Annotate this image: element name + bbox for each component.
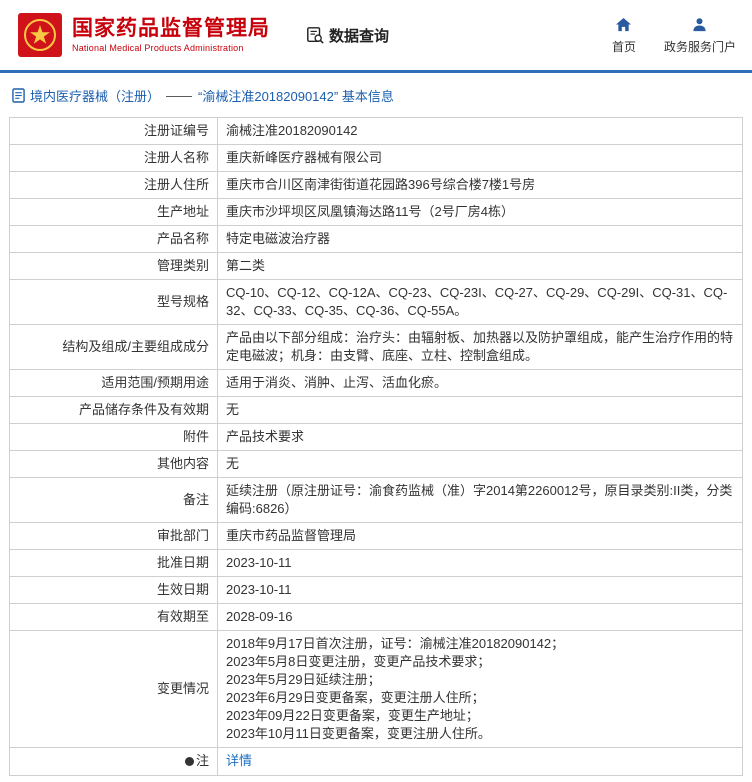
- nav-portal[interactable]: 政务服务门户: [664, 16, 736, 55]
- registration-info-table: 注册证编号 渝械注准20182090142 注册人名称 重庆新峰医疗器械有限公司…: [9, 117, 743, 776]
- national-emblem-icon: [18, 13, 62, 57]
- row-label: 生效日期: [9, 576, 218, 604]
- table-row: 附件 产品技术要求: [9, 423, 743, 451]
- nav-portal-label: 政务服务门户: [663, 39, 736, 54]
- row-value: 重庆市药品监督管理局: [217, 522, 743, 550]
- detail-link[interactable]: 详情: [226, 753, 252, 768]
- note-value-cell: 详情: [217, 747, 743, 776]
- header-nav: 首页 政务服务门户: [612, 16, 736, 55]
- row-value: 2023-10-11: [217, 549, 743, 577]
- row-label: 结构及组成/主要组成成分: [9, 324, 218, 370]
- breadcrumb-section[interactable]: 境内医疗器械（注册）: [30, 86, 160, 105]
- row-label: 变更情况: [9, 630, 218, 748]
- row-label: 型号规格: [9, 279, 218, 325]
- row-label: 附件: [9, 423, 218, 451]
- table-row: 其他内容 无: [9, 450, 743, 478]
- row-value: 重庆市合川区南津街街道花园路396号综合楼7楼1号房: [217, 171, 743, 199]
- document-icon: [12, 88, 25, 103]
- nav-home[interactable]: 首页: [612, 16, 636, 55]
- row-label: 生产地址: [9, 198, 218, 226]
- row-label: 审批部门: [9, 522, 218, 550]
- row-value: 无: [217, 396, 743, 424]
- row-value: 2018年9月17日首次注册，证号：渝械注准20182090142； 2023年…: [217, 630, 743, 748]
- row-value: 第二类: [217, 252, 743, 280]
- nav-home-label: 首页: [611, 39, 636, 54]
- row-value: 适用于消炎、消肿、止泻、活血化瘀。: [217, 369, 743, 397]
- row-value: CQ-10、CQ-12、CQ-12A、CQ-23、CQ-23I、CQ-27、CQ…: [217, 279, 743, 325]
- site-logo[interactable]: 国家药品监督管理局 National Medical Products Admi…: [18, 13, 270, 57]
- row-value: 特定电磁波治疗器: [217, 225, 743, 253]
- note-dot-icon: [184, 756, 194, 766]
- row-label: 注册人名称: [9, 144, 218, 172]
- home-icon: [615, 16, 632, 34]
- site-header: 国家药品监督管理局 National Medical Products Admi…: [0, 0, 752, 70]
- table-row-note: 注 详情: [9, 747, 743, 776]
- table-row: 型号规格 CQ-10、CQ-12、CQ-12A、CQ-23、CQ-23I、CQ-…: [9, 279, 743, 325]
- row-label: 适用范围/预期用途: [9, 369, 218, 397]
- row-label: 批准日期: [9, 549, 218, 577]
- table-row: 备注 延续注册（原注册证号：渝食药监械（准）字2014第2260012号，原目录…: [9, 477, 743, 523]
- row-label: 注册人住所: [9, 171, 218, 199]
- row-label: 管理类别: [9, 252, 218, 280]
- table-row: 产品储存条件及有效期 无: [9, 396, 743, 424]
- row-label: 产品名称: [9, 225, 218, 253]
- row-label: 产品储存条件及有效期: [9, 396, 218, 424]
- user-icon: [692, 16, 707, 34]
- breadcrumb-current: “渝械注准20182090142” 基本信息: [198, 89, 394, 104]
- breadcrumb: 境内医疗器械（注册） —— “渝械注准20182090142” 基本信息: [0, 73, 752, 117]
- row-label: 有效期至: [9, 603, 218, 631]
- breadcrumb-separator: ——: [166, 88, 193, 103]
- nav-data-query[interactable]: 数据查询: [306, 25, 389, 46]
- table-row: 注册人名称 重庆新峰医疗器械有限公司: [9, 144, 743, 172]
- row-value: 重庆市沙坪坝区凤凰镇海达路11号（2号厂房4栋）: [217, 198, 743, 226]
- table-row: 适用范围/预期用途 适用于消炎、消肿、止泻、活血化瘀。: [9, 369, 743, 397]
- row-label: 注册证编号: [9, 117, 218, 145]
- table-row: 审批部门 重庆市药品监督管理局: [9, 522, 743, 550]
- table-row: 生效日期 2023-10-11: [9, 576, 743, 604]
- note-label: 注: [195, 753, 209, 768]
- table-row: 变更情况 2018年9月17日首次注册，证号：渝械注准20182090142； …: [9, 630, 743, 748]
- row-value: 产品由以下部分组成：治疗头：由辐射板、加热器以及防护罩组成，能产生治疗作用的特定…: [217, 324, 743, 370]
- table-row: 产品名称 特定电磁波治疗器: [9, 225, 743, 253]
- note-label-cell: 注: [9, 747, 218, 776]
- table-row: 管理类别 第二类: [9, 252, 743, 280]
- data-query-label: 数据查询: [329, 27, 390, 45]
- row-value: 延续注册（原注册证号：渝食药监械（准）字2014第2260012号，原目录类别:…: [217, 477, 743, 523]
- row-value: 2028-09-16: [217, 603, 743, 631]
- row-label: 备注: [9, 477, 218, 523]
- row-value: 2023-10-11: [217, 576, 743, 604]
- table-row: 生产地址 重庆市沙坪坝区凤凰镇海达路11号（2号厂房4栋）: [9, 198, 743, 226]
- row-label: 其他内容: [9, 450, 218, 478]
- row-value: 重庆新峰医疗器械有限公司: [217, 144, 743, 172]
- table-row: 有效期至 2028-09-16: [9, 603, 743, 631]
- table-row: 结构及组成/主要组成成分 产品由以下部分组成：治疗头：由辐射板、加热器以及防护罩…: [9, 324, 743, 370]
- org-titles: 国家药品监督管理局 National Medical Products Admi…: [72, 16, 270, 54]
- org-name-cn: 国家药品监督管理局: [72, 17, 270, 40]
- table-row: 批准日期 2023-10-11: [9, 549, 743, 577]
- table-row: 注册人住所 重庆市合川区南津街街道花园路396号综合楼7楼1号房: [9, 171, 743, 199]
- table-row: 注册证编号 渝械注准20182090142: [9, 117, 743, 145]
- data-query-icon: [306, 26, 324, 44]
- org-name-en: National Medical Products Administration: [72, 43, 244, 53]
- row-value: 产品技术要求: [217, 423, 743, 451]
- row-value: 渝械注准20182090142: [217, 117, 743, 145]
- row-value: 无: [217, 450, 743, 478]
